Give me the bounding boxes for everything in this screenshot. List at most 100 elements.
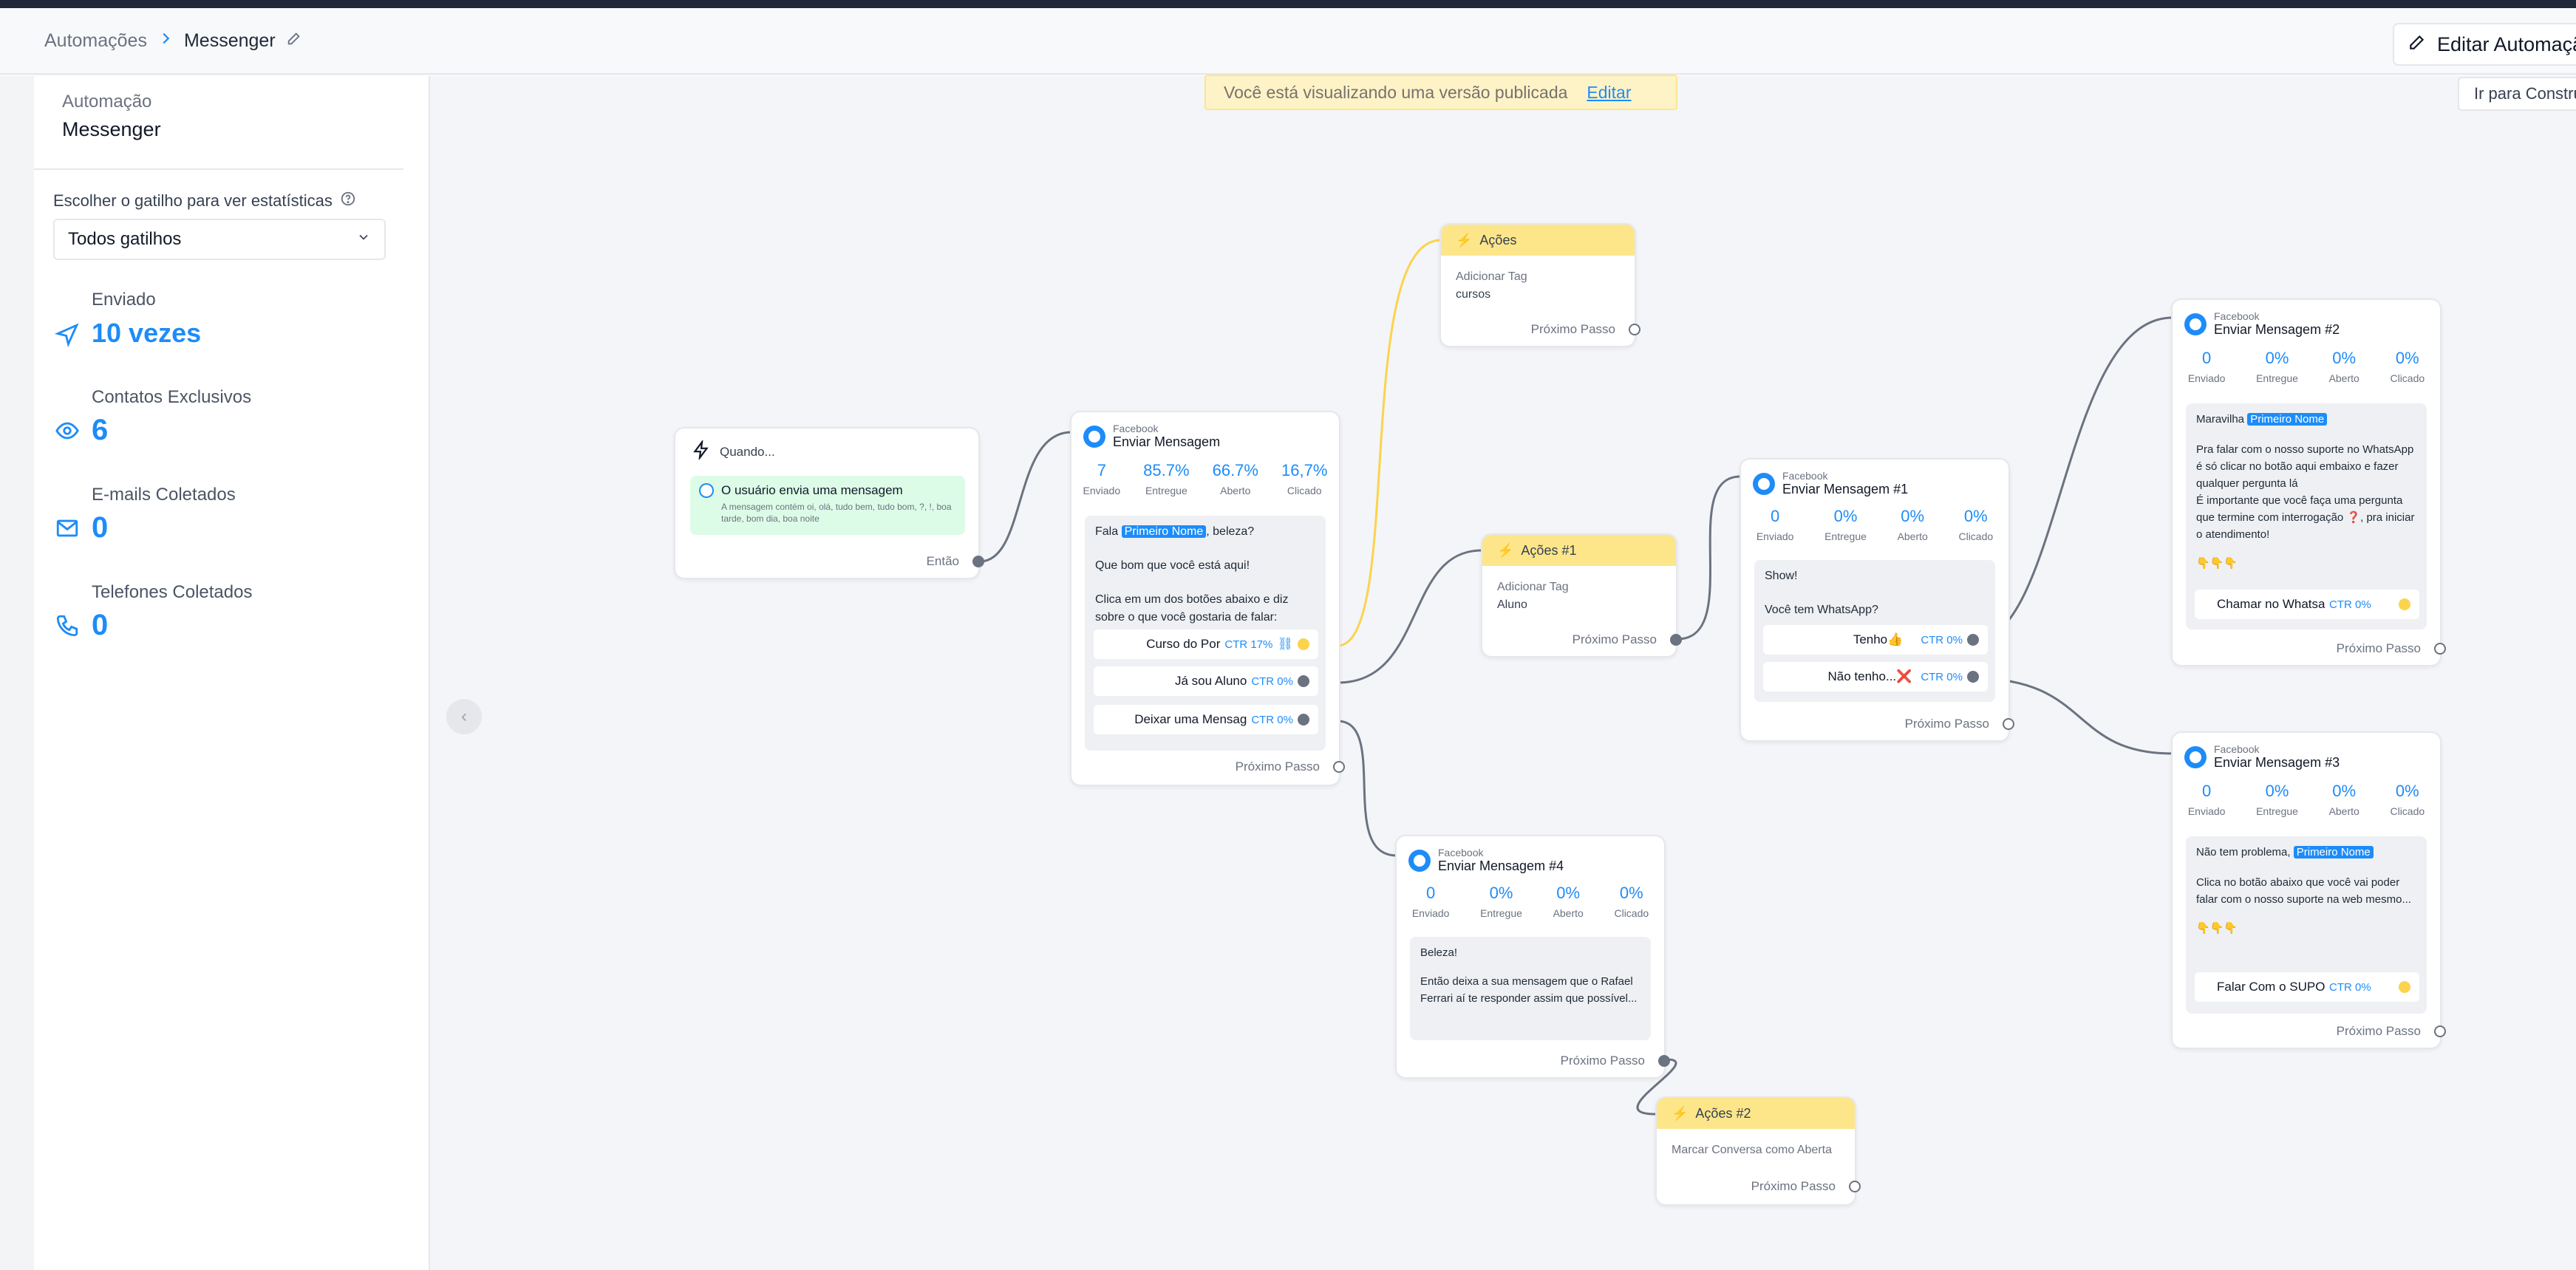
- messenger-icon: [2184, 745, 2207, 768]
- message-stats: 0 Enviado 0% Entregue 0% Aberto 0% Clicado: [1397, 884, 1664, 919]
- stat-col: 7 Enviado: [1083, 461, 1121, 496]
- stat-label: Clicado: [2390, 805, 2425, 817]
- stat-value: 0%: [2395, 782, 2419, 800]
- button-ctr: CTR 0%: [1921, 670, 1963, 683]
- stat-value: 85.7%: [1143, 461, 1190, 479]
- stat-value: 0: [2202, 349, 2212, 367]
- next-step-port[interactable]: [1658, 1055, 1670, 1067]
- next-step-port[interactable]: [1629, 324, 1640, 335]
- message-node-4[interactable]: Facebook Enviar Mensagem #4 0 Enviado 0% En…: [1395, 835, 1670, 1079]
- message-button[interactable]: Deixar uma Mensag CTR 0%: [1094, 705, 1318, 734]
- next-step-port[interactable]: [2003, 718, 2014, 730]
- next-step-port[interactable]: [1333, 761, 1345, 773]
- message-stats: 0 Enviado 0% Entregue 0% Aberto 0% Clicado: [2173, 782, 2440, 817]
- platform-label: Facebook: [1438, 847, 1484, 858]
- goto-builder-button[interactable]: Ir para Construtor: [2458, 77, 2576, 111]
- stat-value: 0%: [1833, 507, 1858, 525]
- message-node-1[interactable]: Facebook Enviar Mensagem #1 0 Enviado 0% En…: [1740, 458, 2014, 742]
- messenger-icon: [1083, 425, 1105, 448]
- stat-col: 0% Clicado: [2390, 349, 2425, 384]
- stat-col: 0 Enviado: [1756, 507, 1794, 542]
- message-node-main[interactable]: Facebook Enviar Mensagem 7 Enviado 85.7% En…: [1070, 411, 1345, 786]
- stat-label: Enviado: [2187, 805, 2226, 817]
- trigger-event-box: O usuário envia uma mensagem A mensagem …: [690, 476, 965, 535]
- message-button[interactable]: Não tenho...❌ CTR 0%: [1763, 662, 1988, 692]
- stat-label: Clicado: [1287, 485, 1322, 496]
- message-button[interactable]: Falar Com o SUPO CTR 0%: [2195, 972, 2419, 1002]
- stat-value: 0%: [2265, 782, 2289, 800]
- button-label: Não tenho...❌: [1827, 669, 1912, 683]
- output-port[interactable]: [2399, 981, 2410, 993]
- link-icon: ⛓: [1277, 637, 1293, 651]
- message-node-2[interactable]: Facebook Enviar Mensagem #2 0 Enviado 0% En…: [2171, 298, 2446, 666]
- button-label: Tenho👍: [1853, 632, 1904, 646]
- stat-label: Enviado: [1083, 485, 1121, 496]
- tag-value: cursos: [1456, 288, 1491, 301]
- output-port[interactable]: [2399, 598, 2410, 610]
- actions-header: ⚡ Ações: [1441, 225, 1635, 256]
- button-ctr: CTR 17%: [1224, 638, 1273, 651]
- collapse-sidebar-button[interactable]: ‹: [446, 699, 482, 734]
- next-step-label: Próximo Passo: [1530, 322, 1615, 336]
- message-button[interactable]: Já sou Aluno CTR 0%: [1094, 666, 1318, 696]
- connector: [1337, 239, 1442, 647]
- stat-col: 0% Aberto: [2329, 349, 2359, 384]
- next-step-port[interactable]: [2434, 643, 2446, 655]
- stat-value: 0%: [2395, 349, 2419, 367]
- next-step-port[interactable]: [1670, 634, 1682, 646]
- trigger-node[interactable]: Quando... O usuário envia uma mensagem A…: [674, 427, 984, 579]
- next-step-port[interactable]: [1849, 1181, 1861, 1192]
- stat-value: 16,7%: [1281, 461, 1328, 479]
- stat-col: 0% Entregue: [2256, 782, 2298, 817]
- output-port[interactable]: [972, 556, 984, 567]
- message-button[interactable]: Chamar no Whatsa CTR 0%: [2195, 590, 2419, 619]
- message-button[interactable]: Curso do Por CTR 17% ⛓: [1094, 629, 1318, 659]
- emoji-line: 👇👇👇: [2196, 922, 2238, 935]
- stat-value: 0%: [1619, 884, 1643, 902]
- message-stats: 7 Enviado 85.7% Entregue 66.7% Aberto 16,7%…: [1071, 461, 1339, 496]
- stat-value: 0%: [1901, 507, 1925, 525]
- messenger-icon: [1753, 472, 1775, 495]
- stat-value: 66.7%: [1212, 461, 1258, 479]
- output-port[interactable]: [1967, 671, 1979, 683]
- stat-col: 0 Enviado: [2188, 349, 2226, 384]
- stat-col: 0% Entregue: [1480, 884, 1522, 919]
- message-node-3[interactable]: Facebook Enviar Mensagem #3 0 Enviado 0% En…: [2171, 731, 2446, 1049]
- actions-header: ⚡ Ações #2: [1657, 1098, 1855, 1129]
- connector: [1677, 475, 1741, 641]
- bolt-icon: ⚡: [1456, 232, 1473, 247]
- stat-value: 0%: [2265, 349, 2289, 367]
- next-step-label: Próximo Passo: [1572, 632, 1657, 646]
- platform-label: Facebook: [2214, 310, 2260, 322]
- button-ctr: CTR 0%: [2329, 598, 2371, 611]
- stat-col: 0% Aberto: [1553, 884, 1584, 919]
- actions-node-1[interactable]: ⚡ Ações #1 Adicionar Tag Aluno Próximo Pa…: [1481, 533, 1682, 658]
- banner-edit-link[interactable]: Editar: [1587, 83, 1631, 103]
- stat-col: 0% Entregue: [2256, 349, 2298, 384]
- output-port[interactable]: [1967, 634, 1979, 646]
- actions-title: Ações #1: [1521, 542, 1577, 558]
- banner-text: Você está visualizando uma versão public…: [1224, 82, 1568, 102]
- output-port[interactable]: [1298, 675, 1309, 687]
- actions-node-2[interactable]: ⚡ Ações #2 Marcar Conversa como Aberta Pr…: [1655, 1096, 1861, 1206]
- stat-value: 0: [1426, 884, 1436, 902]
- next-step-port[interactable]: [2434, 1025, 2446, 1037]
- actions-title: Ações #2: [1695, 1105, 1751, 1121]
- add-tag-label: Adicionar Tag: [1497, 581, 1569, 593]
- trigger-event: O usuário envia uma mensagem: [721, 483, 903, 497]
- message-button[interactable]: Tenho👍 CTR 0%: [1763, 625, 1988, 655]
- actions-title: Ações: [1479, 232, 1517, 247]
- output-port[interactable]: [1298, 714, 1309, 726]
- message-header: Facebook Enviar Mensagem #4: [1408, 847, 1564, 874]
- message-title: Enviar Mensagem: [1113, 434, 1221, 449]
- message-title: Enviar Mensagem #1: [1782, 482, 1909, 496]
- stat-col: 85.7% Entregue: [1143, 461, 1189, 496]
- actions-node[interactable]: ⚡ Ações Adicionar Tag cursos Próximo Pass…: [1439, 223, 1640, 347]
- greeting-pre: Fala: [1095, 525, 1119, 538]
- connector: [979, 431, 1072, 563]
- action-label: Marcar Conversa como Aberta: [1672, 1144, 1832, 1156]
- stat-value: 0%: [2332, 782, 2357, 800]
- output-port[interactable]: [1298, 638, 1309, 650]
- next-step-label: Próximo Passo: [2336, 641, 2421, 655]
- stat-label: Aberto: [2328, 372, 2359, 384]
